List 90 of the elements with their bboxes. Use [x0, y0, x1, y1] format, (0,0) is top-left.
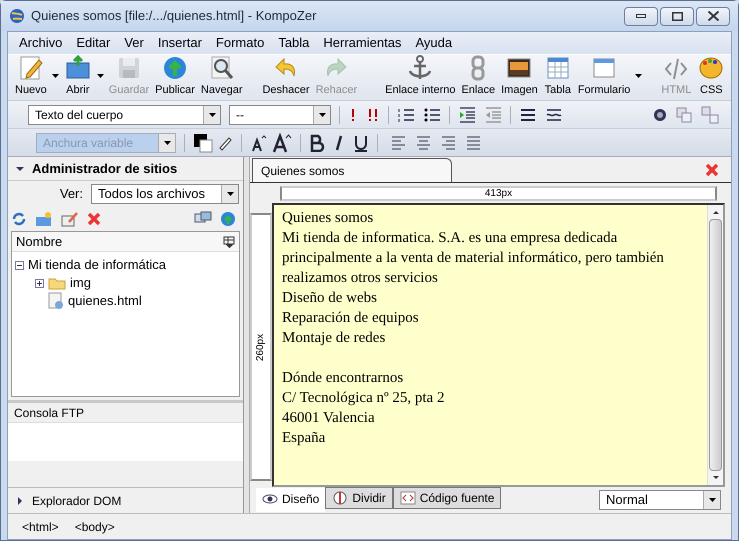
- menu-item[interactable]: Formato: [208, 33, 272, 53]
- tag-crumb[interactable]: <html>: [22, 518, 59, 536]
- align-left-icon: [390, 134, 407, 152]
- split-view-icon: [332, 491, 348, 505]
- view-tab[interactable]: Diseño: [256, 488, 326, 512]
- caret-down-icon: [16, 164, 24, 172]
- menu-item[interactable]: Editar: [69, 33, 118, 53]
- indent-icon: [458, 106, 476, 124]
- filter-label: Ver:: [60, 185, 83, 204]
- maximize-icon: [672, 12, 682, 20]
- close-icon: [708, 11, 718, 21]
- image-button[interactable]: Imagen: [498, 54, 541, 97]
- publish-button[interactable]: Publicar: [152, 54, 198, 97]
- bold-icon: [309, 134, 325, 152]
- paragraph: Diseño de webs: [282, 289, 378, 308]
- link-button[interactable]: Enlace: [458, 54, 498, 97]
- globe-icon: [9, 8, 25, 24]
- text-color-icon: [193, 132, 213, 152]
- anchor-button[interactable]: Enlace interno: [382, 54, 458, 97]
- menu-item[interactable]: Insertar: [150, 33, 209, 53]
- caret-icon: [708, 498, 716, 502]
- column-picker-icon: [223, 236, 235, 248]
- filter-dropdown[interactable]: Todos los archivos: [91, 184, 239, 204]
- underline-icon: [353, 134, 369, 152]
- table-button[interactable]: Tabla: [540, 54, 575, 97]
- panel-header[interactable]: Administrador de sitios: [8, 157, 243, 181]
- code-icon: [400, 491, 416, 505]
- height-ruler: 260px: [250, 213, 272, 481]
- eye-icon: [262, 492, 278, 506]
- paragraph: Montaje de redes: [282, 329, 386, 348]
- paragraph: Dónde encontrarnos: [282, 369, 404, 388]
- close-icon: [705, 163, 719, 177]
- align-right-icon: [440, 134, 457, 152]
- folder-icon: [48, 276, 66, 290]
- tree-item[interactable]: quienes.html: [12, 292, 239, 310]
- css-button[interactable]: CSS: [694, 54, 728, 97]
- paragraph: Quienes somos: [282, 209, 374, 228]
- layer-icon: [675, 106, 693, 124]
- italic-icon: [333, 134, 345, 152]
- maximize-button[interactable]: [660, 6, 694, 26]
- caret-icon: [208, 112, 216, 116]
- menu-item[interactable]: Herramientas: [316, 33, 408, 53]
- new-button[interactable]: Nuevo: [12, 54, 50, 97]
- undo-button[interactable]: Deshacer: [259, 54, 313, 97]
- tree-item[interactable]: Mi tienda de informática: [12, 256, 239, 274]
- open-button[interactable]: Abrir: [60, 54, 95, 97]
- align-center-icon: [415, 134, 432, 152]
- view-tab[interactable]: Dividir: [325, 487, 393, 509]
- view-mode-dropdown[interactable]: Normal: [599, 490, 721, 510]
- refresh-icon: [11, 211, 27, 227]
- outdent-icon: [484, 106, 502, 124]
- close-button[interactable]: [696, 6, 730, 26]
- minimize-button[interactable]: [624, 6, 658, 26]
- layers-icon: [701, 106, 719, 124]
- width-ruler: 413px: [280, 186, 717, 200]
- new-site-icon: [35, 211, 53, 227]
- smaller-font-icon: [250, 134, 268, 152]
- document-tab[interactable]: Quienes somos: [252, 158, 452, 182]
- menu-item[interactable]: Ayuda: [408, 33, 460, 53]
- delete-icon: [87, 212, 101, 226]
- menu-item[interactable]: Ver: [117, 33, 151, 53]
- paragraph: C/ Tecnológica nº 25, pta 2: [282, 389, 446, 408]
- minimize-icon: [636, 14, 646, 18]
- tree-item[interactable]: img: [12, 274, 239, 292]
- larger-font-icon: [272, 132, 292, 152]
- menu-item[interactable]: Archivo: [12, 33, 70, 53]
- window-title: Quienes somos [file:/.../quienes.html] - KompoZer: [31, 7, 318, 26]
- paragraph-style-dropdown[interactable]: Texto del cuerpo: [28, 104, 221, 124]
- caret-right-icon: [16, 496, 24, 504]
- bulleted-list-icon: [423, 106, 441, 124]
- web-page-icon: [48, 292, 64, 310]
- view-tab[interactable]: Código fuente: [392, 487, 502, 509]
- anchor-target-icon: [653, 108, 667, 122]
- caret-icon: [164, 140, 170, 144]
- font-dropdown[interactable]: --: [229, 104, 331, 124]
- form-button[interactable]: Formulario: [574, 54, 634, 97]
- strong-emphasis-icon: [366, 106, 380, 122]
- browse-button[interactable]: Navegar: [198, 54, 246, 97]
- paragraph: España: [282, 429, 326, 448]
- caret-icon: [318, 112, 326, 116]
- caret-icon: [226, 192, 234, 196]
- edit-icon: [61, 211, 79, 227]
- paragraph: Reparación de equipos: [282, 309, 420, 328]
- tag-crumb[interactable]: <body>: [74, 518, 115, 536]
- scrollbar[interactable]: [707, 205, 723, 485]
- menu-item[interactable]: Tabla: [271, 33, 316, 53]
- paragraph: 46001 Valencia: [282, 409, 376, 428]
- justify-icon: [465, 134, 482, 152]
- paragraph: Mi tienda de informatica. S.A. es una empresa dedicada principalmente a la venta de material informático, pero también realizamos otros servicios: [282, 229, 665, 288]
- eraser-icon: [217, 134, 233, 150]
